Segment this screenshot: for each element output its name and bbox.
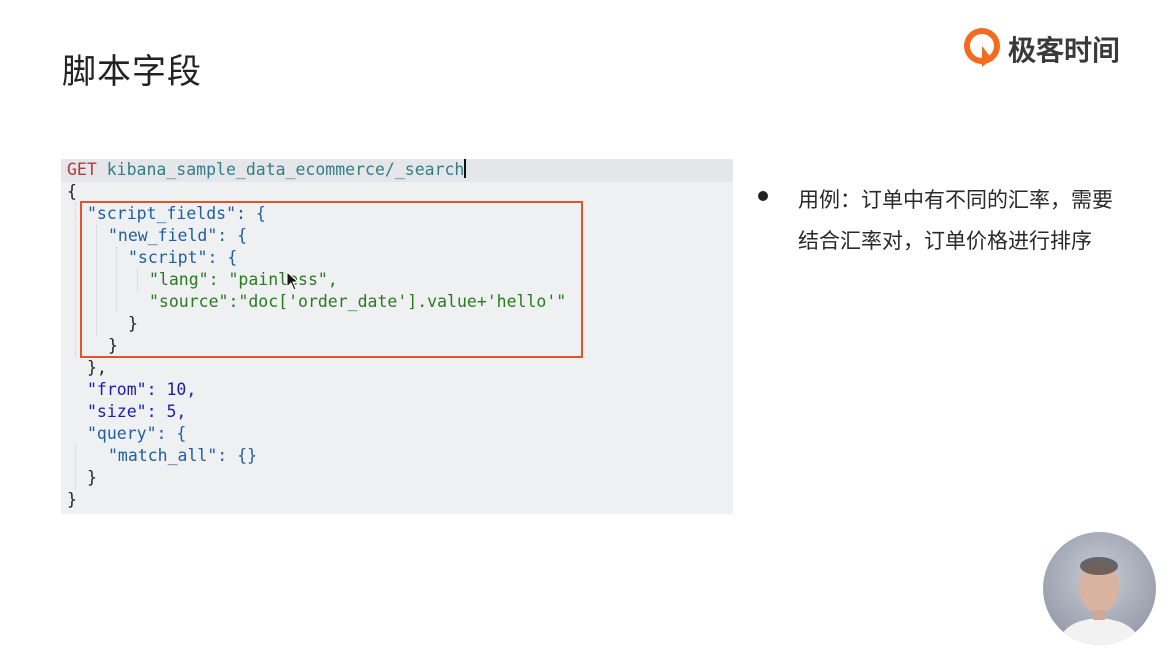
code-line: "query": {: [87, 424, 187, 443]
presenter-avatar: [1043, 532, 1156, 645]
http-method: GET: [67, 160, 97, 179]
code-line: },: [87, 358, 107, 377]
brand-logo-text: 极客时间: [1008, 34, 1121, 67]
code-line: "match_all": {}: [108, 446, 258, 465]
bullet-dot-icon: [758, 191, 768, 201]
geektime-logo-icon: [964, 28, 1000, 67]
script-fields-highlight: [80, 201, 583, 358]
brand-logo: 极客时间: [962, 26, 1120, 72]
code-line: {: [67, 182, 77, 201]
slide-title: 脚本字段: [62, 52, 202, 92]
bullet-item-text: 用例：订单中有不同的汇率，需要结合汇率对，订单价格进行排序: [798, 188, 1113, 253]
presenter-figure: [1057, 557, 1142, 645]
code-line: "size": 5,: [87, 402, 187, 421]
mouse-pointer-icon: [286, 271, 300, 291]
code-line: }: [67, 490, 77, 509]
request-url: kibana_sample_data_ecommerce/_search: [106, 160, 465, 179]
text-caret: [464, 159, 467, 178]
code-line: "from": 10,: [87, 380, 197, 399]
code-line: }: [87, 468, 97, 487]
request-line[interactable]: GET kibana_sample_data_ecommerce/_search: [67, 159, 467, 181]
